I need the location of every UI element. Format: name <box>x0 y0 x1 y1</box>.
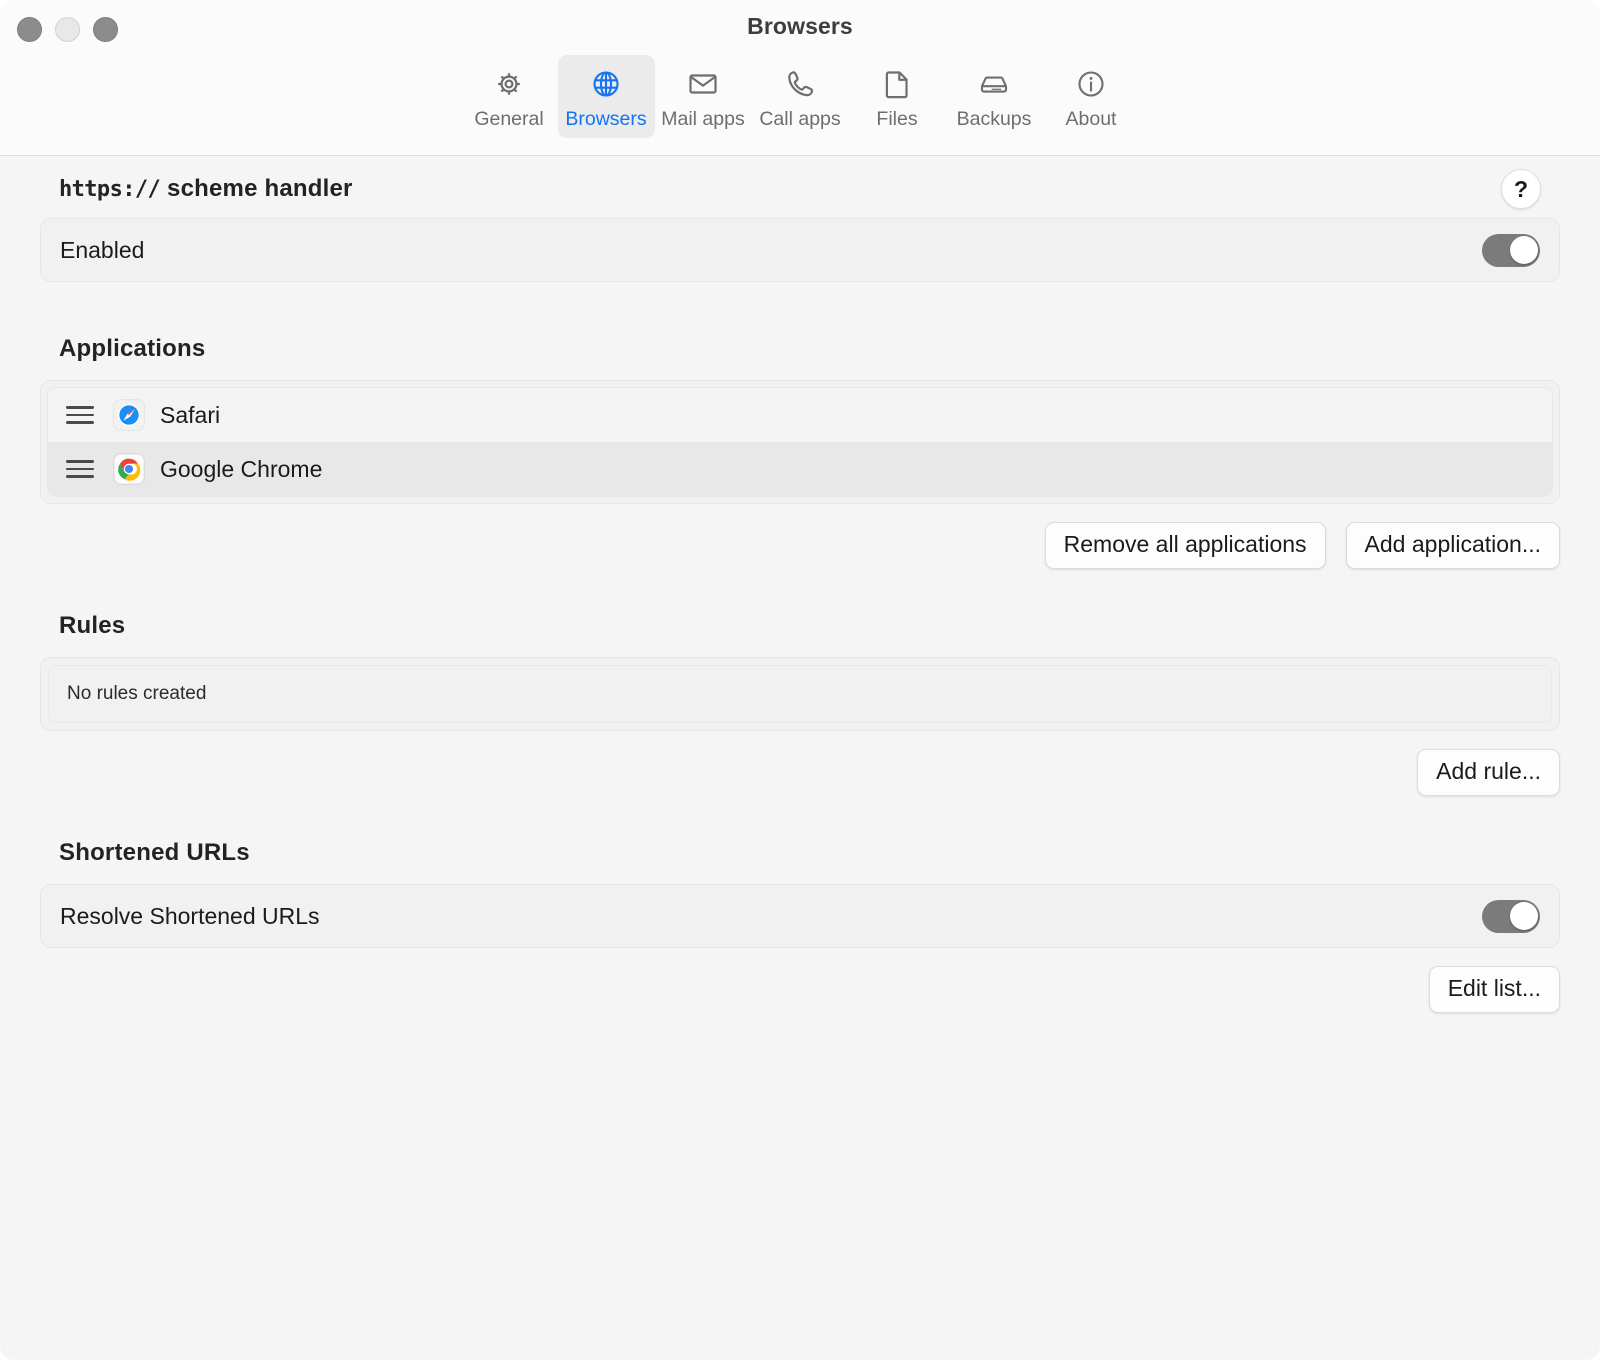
tab-backups[interactable]: Backups <box>946 55 1043 138</box>
toolbar: General Browsers Mail apps Call apps Fil… <box>0 55 1600 138</box>
applications-panel: Safari Google Chrome <box>40 380 1560 504</box>
window-title: Browsers <box>747 13 853 39</box>
applications-buttons: Remove all applications Add application.… <box>40 504 1560 570</box>
scheme-handler-title: https:// scheme handler <box>59 175 353 203</box>
edit-list-button[interactable]: Edit list... <box>1428 966 1560 1014</box>
list-item[interactable]: Google Chrome <box>48 442 1552 496</box>
scheme-handler-scheme: https:// <box>59 177 161 202</box>
shortened-urls-heading: Shortened URLs <box>59 839 250 867</box>
harddisk-icon <box>974 64 1014 104</box>
enabled-panel: Enabled <box>40 218 1560 282</box>
help-button[interactable]: ? <box>1501 169 1541 209</box>
tab-browsers-label: Browsers <box>565 108 647 130</box>
enabled-row: Enabled <box>41 219 1559 281</box>
rules-empty-text: No rules created <box>67 683 207 705</box>
drag-handle-icon[interactable] <box>66 406 102 424</box>
rules-buttons: Add rule... <box>40 731 1560 797</box>
gear-icon <box>489 64 529 104</box>
content-area: https:// scheme handler ? Enabled Applic… <box>0 156 1600 1014</box>
tab-browsers[interactable]: Browsers <box>557 55 655 138</box>
applications-list: Safari Google Chrome <box>47 387 1553 497</box>
shortened-urls-buttons: Edit list... <box>40 948 1560 1014</box>
enabled-toggle-knob <box>1509 236 1538 264</box>
globe-icon <box>586 64 626 104</box>
applications-heading: Applications <box>59 335 206 362</box>
enabled-toggle[interactable] <box>1482 233 1540 267</box>
tab-mail-apps-label: Mail apps <box>661 108 745 130</box>
phone-icon <box>780 64 820 104</box>
preferences-window: Browsers General Browsers Mail apps Call… <box>0 0 1600 1360</box>
tab-about[interactable]: About <box>1043 55 1140 138</box>
info-icon <box>1071 64 1111 104</box>
tab-files-label: Files <box>876 108 918 130</box>
rules-heading: Rules <box>59 612 126 640</box>
resolve-shortened-urls-toggle-knob <box>1509 902 1538 931</box>
scheme-handler-title-rest: scheme handler <box>160 175 353 202</box>
tab-call-apps-label: Call apps <box>759 108 841 130</box>
list-item[interactable]: Safari <box>48 388 1552 442</box>
resolve-shortened-urls-row: Resolve Shortened URLs <box>41 885 1559 947</box>
add-rule-button[interactable]: Add rule... <box>1417 749 1560 797</box>
drag-handle-icon[interactable] <box>66 460 102 478</box>
safari-icon <box>114 400 144 430</box>
tab-files[interactable]: Files <box>849 55 946 138</box>
list-item-label: Google Chrome <box>160 455 323 482</box>
rules-list: No rules created <box>48 665 1552 724</box>
document-icon <box>877 64 917 104</box>
resolve-shortened-urls-toggle[interactable] <box>1482 899 1540 933</box>
rules-panel: No rules created <box>40 657 1560 732</box>
applications-header: Applications <box>40 318 1560 380</box>
add-application-button[interactable]: Add application... <box>1345 522 1560 570</box>
envelope-icon <box>683 64 723 104</box>
tab-call-apps[interactable]: Call apps <box>752 55 849 138</box>
chrome-icon <box>114 454 144 484</box>
tab-mail-apps[interactable]: Mail apps <box>655 55 752 138</box>
tab-about-label: About <box>1065 108 1117 130</box>
tab-general[interactable]: General <box>461 55 558 138</box>
enabled-label: Enabled <box>60 236 145 263</box>
tab-backups-label: Backups <box>956 108 1032 130</box>
shortened-urls-header: Shortened URLs <box>40 822 1560 884</box>
list-item-label: Safari <box>160 401 221 428</box>
titlebar: Browsers General Browsers Mail apps Call… <box>0 0 1600 156</box>
remove-all-applications-button[interactable]: Remove all applications <box>1044 522 1326 570</box>
resolve-shortened-urls-label: Resolve Shortened URLs <box>60 902 320 929</box>
scheme-handler-header: https:// scheme handler ? <box>40 156 1560 218</box>
rules-header: Rules <box>40 595 1560 657</box>
tab-general-label: General <box>474 108 544 130</box>
shortened-urls-panel: Resolve Shortened URLs <box>40 884 1560 949</box>
